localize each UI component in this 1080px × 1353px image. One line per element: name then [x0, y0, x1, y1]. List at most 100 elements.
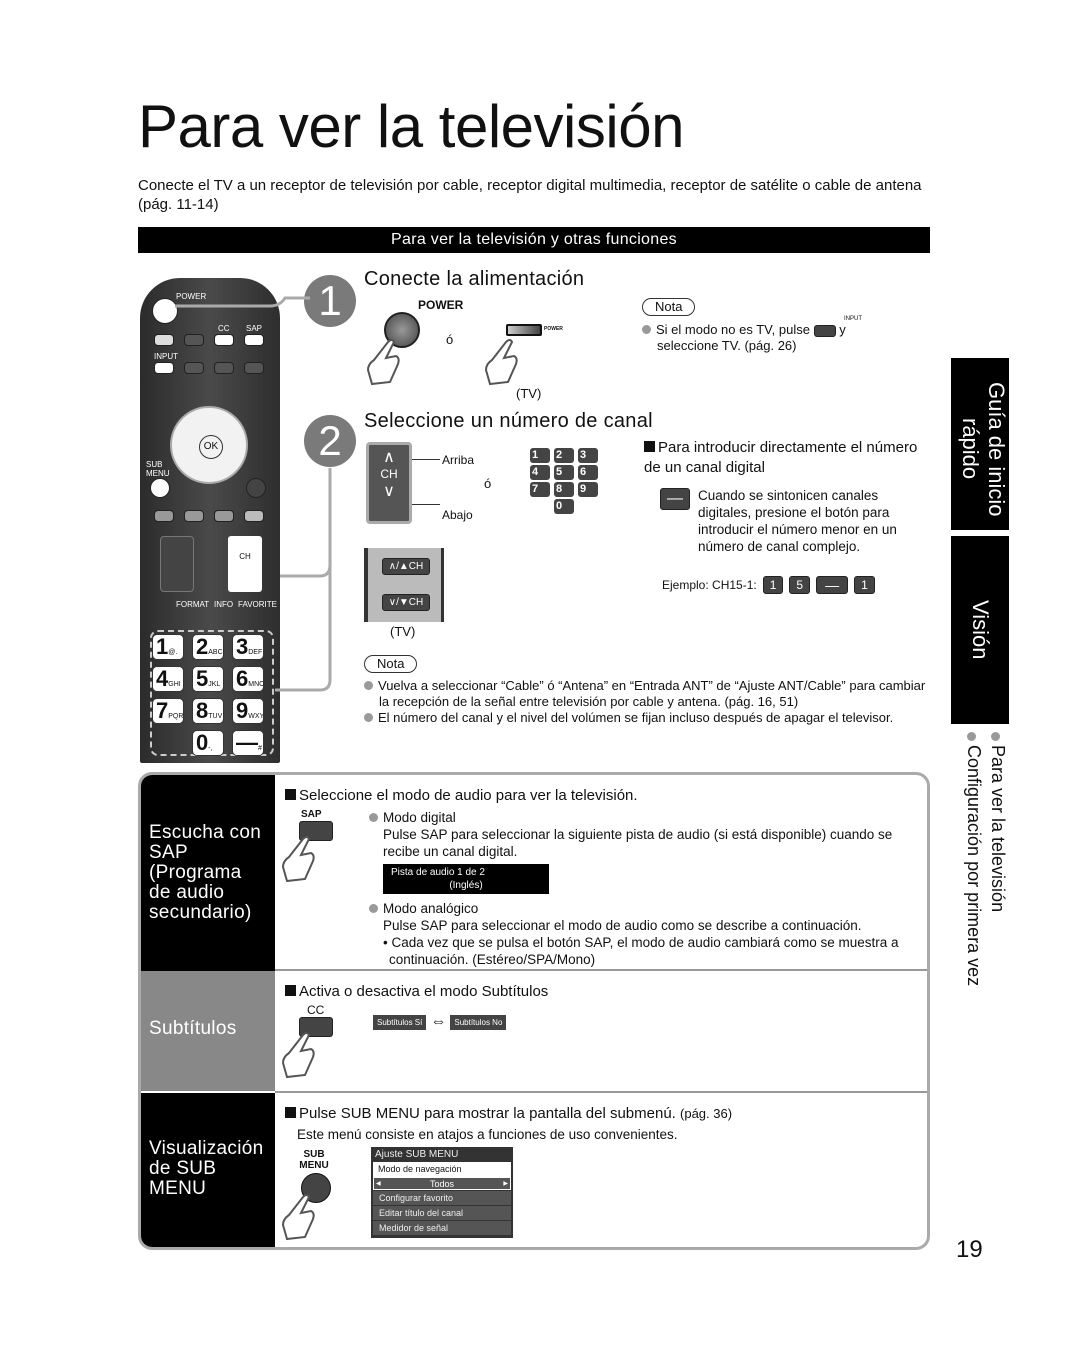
- page-number: 19: [956, 1236, 983, 1263]
- mini-key-3: 3: [578, 448, 598, 463]
- submenu-osd: Ajuste SUB MENU Modo de navegación ◀ Todo…: [371, 1147, 513, 1238]
- example-key: —: [816, 576, 849, 594]
- submenu-osd-selected: Modo de navegación: [373, 1162, 511, 1177]
- number-key-0[interactable]: 0-,: [192, 730, 224, 756]
- submenu-osd-item: Medidor de señal: [373, 1221, 511, 1235]
- connector-lines: [175, 296, 332, 692]
- or-text: ó: [484, 476, 492, 491]
- analog-mode-text: Modo analógico: [383, 901, 479, 916]
- pointing-hand-icon: [366, 339, 400, 386]
- digital-mode-text: Modo digital: [383, 810, 456, 825]
- nota-label: Nota: [642, 298, 696, 316]
- tv-ch-up-button: ∧/▲CH: [382, 558, 430, 575]
- tv-power-label: POWER: [544, 326, 563, 332]
- square-bullet-icon: [644, 441, 655, 452]
- left-arrow-icon: ◀: [376, 1181, 381, 1187]
- number-keypad-illustration: 123 456 7890: [530, 448, 600, 518]
- intro-text: Conecte el TV a un receptor de televisió…: [138, 177, 922, 213]
- input-button-icon: [813, 324, 836, 337]
- page-title: Para ver la televisión: [138, 93, 684, 160]
- number-key-—[interactable]: —#: [232, 730, 264, 756]
- key-number: 0: [196, 730, 209, 755]
- key-number: 4: [156, 666, 169, 691]
- cc-heading-text: Activa o desactiva el modo Subtítulos: [299, 983, 549, 1000]
- side-tab-quick-start[interactable]: Guía de inicio rápido: [951, 358, 1009, 530]
- bullet-icon: [642, 325, 651, 334]
- sap-details: Modo digital Pulse SAP para seleccionar …: [369, 809, 927, 968]
- side-tab-vision[interactable]: Visión: [951, 536, 1009, 724]
- number-key-7[interactable]: 7PQRS: [152, 698, 184, 724]
- direct-entry-text: Cuando se sintonicen canales digitales, …: [698, 488, 897, 554]
- bullet-icon: [369, 904, 378, 913]
- key-number: —: [236, 730, 258, 755]
- step-1-note: Si el modo no es TV, pulse y seleccione …: [642, 322, 902, 354]
- mini-key-1: 1: [530, 448, 550, 463]
- note-item: El número del canal y el nivel del volúm…: [364, 710, 930, 726]
- tv-label: (TV): [390, 624, 416, 639]
- bullet-icon: [967, 732, 976, 741]
- submenu-osd-value: ◀ Todos ▶: [373, 1177, 511, 1190]
- cc-on-osd: Subtítulos Sí: [373, 1014, 427, 1030]
- submenu-row: Pulse SUB MENU para mostrar la pantalla …: [275, 1093, 927, 1247]
- example-key: 1: [854, 576, 875, 594]
- page-ref: (pág. 36): [680, 1106, 733, 1121]
- cc-row: Activa o desactiva el modo Subtítulos CC…: [275, 971, 927, 1093]
- mini-key-6: 6: [578, 465, 598, 480]
- side-link-label: Para ver la televisión: [988, 745, 1008, 913]
- ch-label: CH: [380, 467, 398, 481]
- key-letters: PQRS: [168, 713, 184, 720]
- number-key-9[interactable]: 9WXYZ: [232, 698, 264, 724]
- tv-label: (TV): [516, 386, 542, 401]
- submenu-osd-item: Configurar favorito: [373, 1191, 511, 1205]
- step-2-heading: Seleccione un número de canal: [364, 410, 653, 432]
- side-link-config[interactable]: Configuración por primera vez: [962, 732, 986, 1032]
- bullet-icon: [364, 681, 373, 690]
- key-number: 9: [236, 698, 249, 723]
- key-number: 1: [156, 634, 169, 659]
- pointing-hand-icon: [281, 836, 315, 883]
- key-letters: #: [258, 745, 262, 752]
- side-link-ver-tv[interactable]: Para ver la televisión: [986, 732, 1010, 1032]
- mini-key-7: 7: [530, 482, 550, 497]
- dash-button-icon: —: [660, 488, 690, 510]
- or-text: ó: [446, 332, 454, 347]
- example-key: 5: [789, 576, 811, 594]
- cc-off-osd: Subtítulos No: [450, 1014, 507, 1030]
- square-bullet-icon: [285, 789, 296, 800]
- leader-line: [412, 504, 440, 505]
- direct-heading-text: Para introducir directamente el número d…: [644, 439, 918, 476]
- bullet-icon: [364, 713, 373, 722]
- analog-mode-desc: Pulse SAP para seleccionar el modo de au…: [383, 918, 862, 933]
- sub-menu-button[interactable]: [150, 478, 170, 498]
- example-key: 1: [762, 576, 784, 594]
- submenu-desc: Este menú consiste en atajos a funciones…: [297, 1127, 678, 1142]
- note-text: El número del canal y el nivel del volúm…: [378, 710, 894, 725]
- number-key-8[interactable]: 8TUV: [192, 698, 224, 724]
- cc-button-label: CC: [307, 1003, 325, 1017]
- bullet-icon: [991, 732, 1000, 741]
- key-letters: -,: [208, 745, 213, 752]
- submenu-osd-title: Ajuste SUB MENU: [375, 1149, 459, 1160]
- mini-key-4: 4: [530, 465, 550, 480]
- direct-entry-heading: Para introducir directamente el número d…: [644, 438, 924, 478]
- leader-line: [412, 459, 440, 460]
- submenu-osd-item: Editar título del canal: [373, 1206, 511, 1220]
- step-2-notes: Vuelva a seleccionar “Cable” ó “Antena” …: [364, 678, 930, 726]
- analog-mode-title: Modo analógico: [369, 900, 927, 917]
- note-text: seleccione TV. (pág. 26): [657, 338, 797, 353]
- audio-track-osd: Pista de audio 1 de 2 (Inglés): [383, 864, 549, 894]
- osd-line: Pista de audio 1 de 2: [391, 867, 485, 878]
- submenu-heading-text: Pulse SUB MENU para mostrar la pantalla …: [299, 1105, 676, 1122]
- submenu-osd-value-text: Todos: [429, 1179, 455, 1189]
- features-box: Escucha con SAP (Programa de audio secun…: [138, 772, 930, 1250]
- sap-heading-text: Seleccione el modo de audio para ver la …: [299, 787, 638, 804]
- sap-heading: Seleccione el modo de audio para ver la …: [285, 787, 638, 804]
- note-item: Vuelva a seleccionar “Cable” ó “Antena” …: [364, 678, 930, 710]
- right-arrow-icon: ▶: [503, 1181, 508, 1187]
- sap-button-label: SAP: [301, 809, 322, 820]
- mini-key-2: 2: [554, 448, 574, 463]
- sap-row-label: Escucha con SAP (Programa de audio secun…: [141, 775, 275, 971]
- bullet-icon: [369, 813, 378, 822]
- key-letters: TUV: [208, 713, 223, 720]
- osd-line: (Inglés): [449, 880, 483, 891]
